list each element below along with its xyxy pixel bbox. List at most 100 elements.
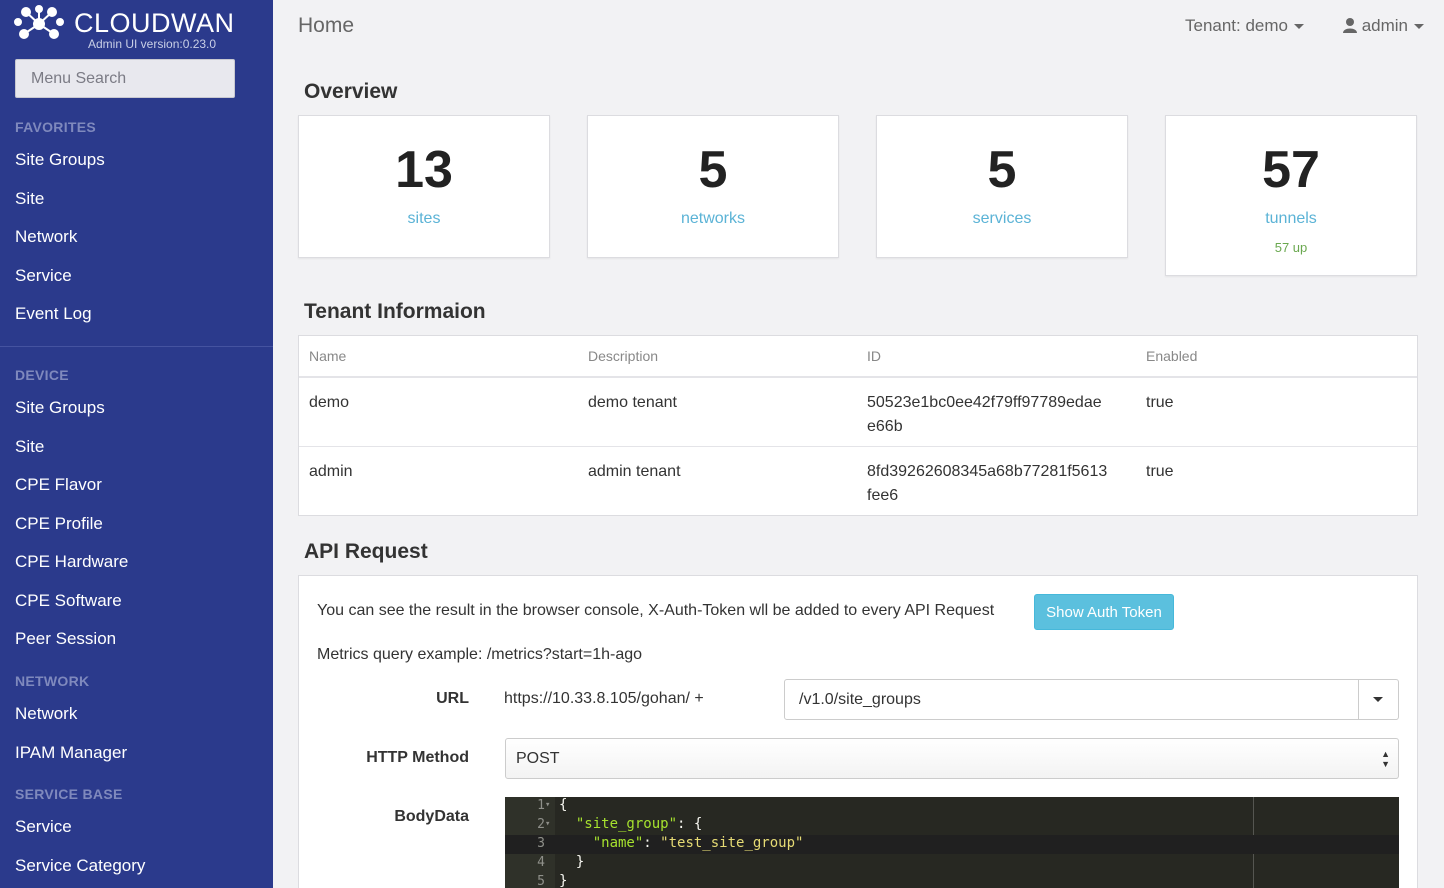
cell-enabled: true — [1136, 377, 1417, 447]
cell-id: 8fd39262608345a68b77281f5613 fee6 — [857, 446, 1136, 515]
http-method-select[interactable]: POST ▲ ▼ — [505, 738, 1399, 779]
code-string: "test_site_group" — [660, 835, 804, 851]
line-number: 4 — [537, 855, 545, 870]
code-text: "name": "test_site_group" — [559, 835, 804, 851]
page-title: Home — [298, 14, 355, 37]
menu-search-input[interactable] — [15, 59, 235, 98]
cell-id: 50523e1bc0ee42f79ff97789edae e66b — [857, 377, 1136, 447]
code-text: } — [559, 873, 568, 888]
api-request-title: API Request — [304, 540, 428, 563]
column-header-description[interactable]: Description — [578, 336, 857, 378]
table-row[interactable]: demo demo tenant 50523e1bc0ee42f79ff9778… — [299, 377, 1417, 447]
url-path-input[interactable]: /v1.0/site_groups — [784, 679, 1399, 720]
sidebar-item-network[interactable]: Network — [15, 704, 77, 724]
id-line: 8fd39262608345a68b77281f5613 — [867, 462, 1108, 480]
sidebar-item-cpe-flavor[interactable]: CPE Flavor — [15, 475, 102, 495]
sidebar-item-cpe-software[interactable]: CPE Software — [15, 591, 122, 611]
caret-down-icon — [1373, 697, 1383, 702]
url-dropdown-toggle[interactable] — [1358, 680, 1398, 719]
overview-card-tunnels[interactable]: 57 tunnels 57 up — [1165, 115, 1417, 276]
cell-name: admin — [309, 462, 353, 480]
card-value: 13 — [395, 141, 453, 199]
line-number: 2 — [537, 817, 545, 832]
cell-description: admin tenant — [588, 462, 681, 480]
sidebar-item-favorites-site-groups[interactable]: Site Groups — [15, 150, 105, 170]
cell-name: demo — [299, 377, 578, 447]
cell-description: demo tenant — [578, 377, 857, 447]
code-text: { — [559, 797, 568, 813]
url-label: URL — [436, 690, 469, 707]
code-text: "site_group": { — [559, 816, 702, 832]
table-header-row: Name Description ID Enabled — [299, 336, 1417, 378]
sidebar-item-device-site[interactable]: Site — [15, 437, 44, 457]
card-value: 57 — [1262, 141, 1320, 199]
code-key: "name" — [592, 835, 644, 851]
cloud-network-logo-icon — [14, 5, 64, 39]
editor-line-active: 3 "name": "test_site_group" — [505, 835, 1399, 854]
user-dropdown[interactable]: admin — [1342, 16, 1424, 36]
table-row[interactable]: admin admin tenant 8fd39262608345a68b772… — [299, 446, 1417, 515]
sidebar-item-cpe-profile[interactable]: CPE Profile — [15, 514, 103, 534]
section-label-network: NETWORK — [15, 673, 90, 689]
card-label: services — [972, 210, 1032, 227]
sidebar-item-favorites-network[interactable]: Network — [15, 227, 77, 247]
metrics-note: Metrics query example: /metrics?start=1h… — [317, 646, 643, 663]
column-header-enabled[interactable]: Enabled — [1136, 336, 1417, 378]
card-value: 5 — [987, 141, 1017, 199]
show-auth-token-button[interactable]: Show Auth Token — [1034, 594, 1174, 630]
brand-name: CLOUDWAN — [74, 8, 235, 38]
code-punct: : { — [677, 816, 703, 832]
overview-title: Overview — [304, 80, 398, 103]
sidebar-item-cpe-hardware[interactable]: CPE Hardware — [15, 552, 128, 572]
section-label-service-base: SERVICE BASE — [15, 786, 123, 802]
topbar: Home Tenant: demo admin — [273, 0, 1444, 56]
sidebar-item-device-site-groups[interactable]: Site Groups — [15, 398, 105, 418]
cell-enabled: true — [1146, 462, 1174, 480]
body-data-editor[interactable]: 1 ▾ { 2 ▾ "site_group": { 3 "name": "test_… — [505, 797, 1399, 888]
body-data-label: BodyData — [394, 808, 469, 825]
http-method-label: HTTP Method — [366, 749, 469, 766]
card-sub-status: 57 up — [1274, 240, 1308, 255]
code-key: "site_group" — [575, 816, 678, 832]
section-label-favorites: FAVORITES — [15, 119, 97, 135]
brand[interactable]: CLOUDWAN Admin UI version:0.23.0 — [14, 2, 254, 54]
line-number: 1 — [537, 798, 545, 813]
user-name: admin — [1361, 16, 1408, 35]
fold-arrow-icon[interactable]: ▾ — [545, 819, 550, 829]
http-method-value: POST — [516, 750, 560, 767]
column-header-id[interactable]: ID — [857, 336, 1136, 378]
api-note: You can see the result in the browser co… — [317, 602, 995, 619]
url-path-value: /v1.0/site_groups — [799, 691, 921, 708]
code-text: } — [559, 854, 585, 870]
caret-down-icon — [1294, 24, 1304, 30]
line-number: 3 — [537, 836, 545, 851]
sidebar-item-favorites-event-log[interactable]: Event Log — [15, 304, 92, 324]
sidebar-item-ipam-manager[interactable]: IPAM Manager — [15, 743, 127, 763]
sidebar-item-peer-session[interactable]: Peer Session — [15, 629, 116, 649]
id-line: 50523e1bc0ee42f79ff97789edae — [867, 394, 1102, 411]
overview-card-services[interactable]: 5 services — [876, 115, 1128, 258]
id-line: e66b — [867, 418, 903, 435]
overview-card-sites[interactable]: 13 sites — [298, 115, 550, 258]
editor-line: 1 ▾ { — [505, 797, 1399, 816]
url-prefix: https://10.33.8.105/gohan/ + — [504, 690, 704, 707]
caret-down-icon — [1414, 24, 1424, 30]
fold-arrow-icon[interactable]: ▾ — [545, 800, 550, 810]
sidebar-item-service[interactable]: Service — [15, 817, 72, 837]
card-value: 5 — [698, 141, 728, 199]
overview-card-networks[interactable]: 5 networks — [587, 115, 839, 258]
editor-line: 5 } — [505, 873, 1399, 888]
sidebar-divider — [0, 346, 273, 347]
sidebar-item-favorites-site[interactable]: Site — [15, 189, 44, 209]
sidebar-item-service-category[interactable]: Service Category — [15, 856, 145, 876]
card-label: networks — [680, 210, 746, 227]
card-label: sites — [407, 210, 441, 227]
api-request-panel: You can see the result in the browser co… — [298, 575, 1418, 888]
sidebar-item-favorites-service[interactable]: Service — [15, 266, 72, 286]
column-header-name[interactable]: Name — [299, 336, 578, 378]
code-punct: : — [643, 835, 661, 851]
id-line: fee6 — [867, 486, 899, 504]
line-number: 5 — [537, 874, 545, 888]
tenant-table: Name Description ID Enabled demo demo te… — [298, 335, 1418, 516]
tenant-dropdown[interactable]: Tenant: demo — [1185, 16, 1304, 36]
